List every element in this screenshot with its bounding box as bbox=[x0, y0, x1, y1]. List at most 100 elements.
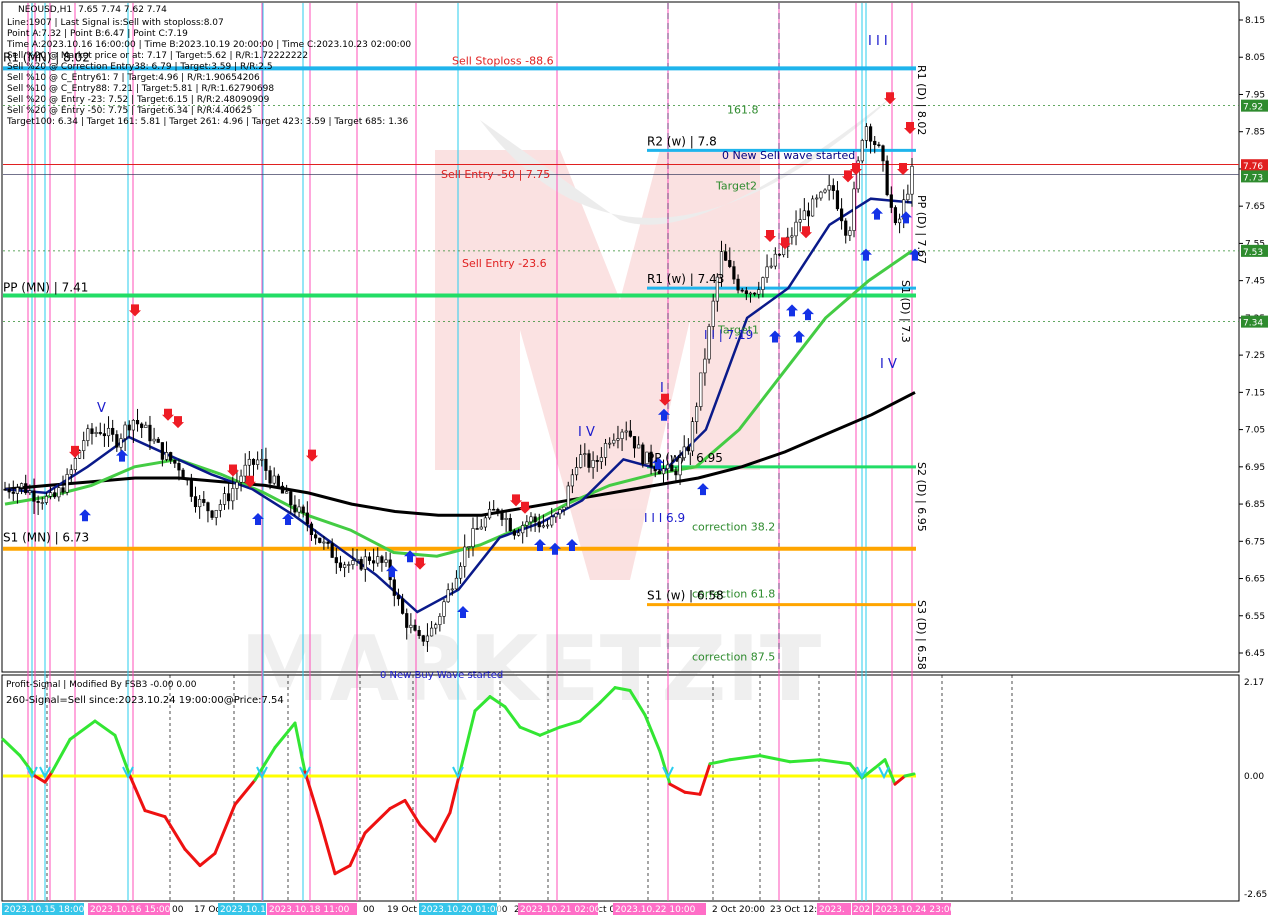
candle-body bbox=[359, 559, 363, 570]
candle-body bbox=[512, 530, 517, 536]
candle-body bbox=[177, 463, 181, 471]
candle-body bbox=[235, 481, 239, 489]
price-chart[interactable]: MARKETZIT Sell Stoploss -88.6 161.8 0 New … bbox=[0, 0, 1280, 920]
candle-body bbox=[545, 524, 550, 527]
candle-body bbox=[769, 265, 773, 268]
candle-body bbox=[413, 624, 417, 631]
price-tick-label: 8.15 bbox=[1245, 16, 1265, 26]
candle-body bbox=[695, 406, 699, 422]
r1-daily-label: R1 (D) | 8.02 bbox=[915, 65, 928, 135]
candle-body bbox=[583, 453, 587, 455]
candle-body bbox=[815, 197, 819, 200]
price-tick-label: 6.65 bbox=[1245, 575, 1265, 585]
candle-body bbox=[293, 504, 297, 513]
candle-body bbox=[442, 601, 446, 617]
candle-body bbox=[599, 457, 603, 462]
time-tag: 2023.10.1 bbox=[220, 905, 266, 915]
candle-body bbox=[666, 464, 670, 470]
info-line: Sell %10 @ C_Entry61: 7 | Target:4.96 | … bbox=[7, 73, 260, 83]
candle-body bbox=[351, 560, 355, 565]
candle-body bbox=[897, 218, 902, 224]
candle-body bbox=[848, 230, 852, 236]
candle-body bbox=[744, 290, 748, 295]
candle-body bbox=[301, 506, 305, 514]
candle-body bbox=[798, 219, 802, 223]
time-label: 23 Oct 12: bbox=[770, 905, 817, 915]
svg-text:MARKETZIT: MARKETZIT bbox=[240, 617, 821, 722]
candle-body bbox=[164, 452, 169, 460]
candle-body bbox=[562, 506, 566, 510]
candle-body bbox=[889, 194, 893, 208]
candle-body bbox=[434, 624, 438, 629]
candle-body bbox=[425, 635, 430, 642]
candle-body bbox=[289, 491, 293, 506]
candle-body bbox=[376, 556, 380, 564]
candle-body bbox=[864, 126, 869, 141]
candle-body bbox=[65, 474, 69, 493]
candle-body bbox=[210, 510, 214, 518]
candle-body bbox=[11, 491, 15, 494]
candle-body bbox=[591, 460, 595, 468]
candle-body bbox=[24, 483, 28, 494]
wave-label-4: I V bbox=[880, 357, 897, 372]
candle-body bbox=[285, 491, 289, 494]
level-label: Sell Entry -50 | 7.75 bbox=[441, 168, 550, 181]
candle-body bbox=[135, 420, 140, 425]
price-tick-label: 6.95 bbox=[1245, 463, 1265, 473]
level-label: correction 38.2 bbox=[692, 520, 775, 533]
candle-body bbox=[19, 483, 24, 488]
candle-body bbox=[554, 513, 558, 518]
wave-label-4b: I V bbox=[578, 425, 595, 440]
time-label: 17 Oc bbox=[194, 905, 220, 915]
candle-body bbox=[111, 427, 115, 435]
pivot-label: PP (MN) | 7.41 bbox=[3, 281, 88, 295]
time-tag: 202 bbox=[853, 905, 870, 915]
candle-body bbox=[73, 458, 78, 471]
candle-body bbox=[558, 509, 562, 515]
candle-body bbox=[231, 488, 235, 502]
symbol-title: NEOUSD,H1 7.65 7.74 7.62 7.74 bbox=[18, 5, 167, 15]
candle-body bbox=[819, 191, 823, 199]
candle-body bbox=[148, 424, 152, 442]
time-label: 2 Oct 20:00 bbox=[712, 905, 765, 915]
candle-body bbox=[334, 557, 338, 564]
pivot-label: S1 (w) | 6.58 bbox=[647, 589, 724, 603]
candle-body bbox=[910, 165, 914, 195]
candle-body bbox=[276, 475, 280, 487]
candle-body bbox=[409, 624, 413, 628]
candle-body bbox=[765, 266, 769, 278]
indicator-scale: 2.17 0.00 -2.65 bbox=[1244, 678, 1267, 900]
candle-body bbox=[521, 525, 525, 534]
candle-body bbox=[835, 190, 840, 210]
candle-body bbox=[392, 579, 396, 596]
candle-body bbox=[363, 556, 367, 570]
candle-body bbox=[322, 541, 326, 544]
candle-body bbox=[529, 516, 533, 523]
candle-body bbox=[169, 452, 173, 461]
wave-label-2: I I | 7.19 bbox=[704, 328, 753, 342]
info-line: Point A:7.32 | Point B:6.47 | Point C:7.… bbox=[7, 29, 188, 39]
candle-body bbox=[3, 488, 7, 491]
candle-body bbox=[318, 537, 322, 543]
candle-body bbox=[193, 496, 198, 508]
candle-body bbox=[239, 475, 243, 483]
oscillator-segment bbox=[683, 790, 702, 796]
candle-body bbox=[227, 493, 231, 502]
candle-body bbox=[189, 479, 193, 497]
candle-body bbox=[508, 518, 512, 532]
s3-daily-label: S3 (D) | 6.58 bbox=[915, 600, 928, 670]
candle-body bbox=[61, 487, 65, 493]
candle-body bbox=[827, 185, 831, 191]
candle-body bbox=[405, 613, 409, 628]
indicator-signal: 260-Signal=Sell since:2023.10.24 19:00:0… bbox=[6, 695, 284, 706]
candle-body bbox=[181, 469, 185, 479]
info-line: Time A:2023.10.16 16:00:00 | Time B:2023… bbox=[6, 40, 411, 50]
candle-body bbox=[185, 478, 189, 481]
level-label: 0 New Sell wave started bbox=[722, 149, 855, 162]
candle-body bbox=[297, 506, 301, 513]
candle-body bbox=[314, 534, 318, 539]
candle-body bbox=[852, 188, 856, 231]
candle-body bbox=[906, 193, 910, 201]
time-tag: 2023.10.21 02:00 bbox=[520, 905, 601, 915]
candle-body bbox=[670, 464, 674, 472]
